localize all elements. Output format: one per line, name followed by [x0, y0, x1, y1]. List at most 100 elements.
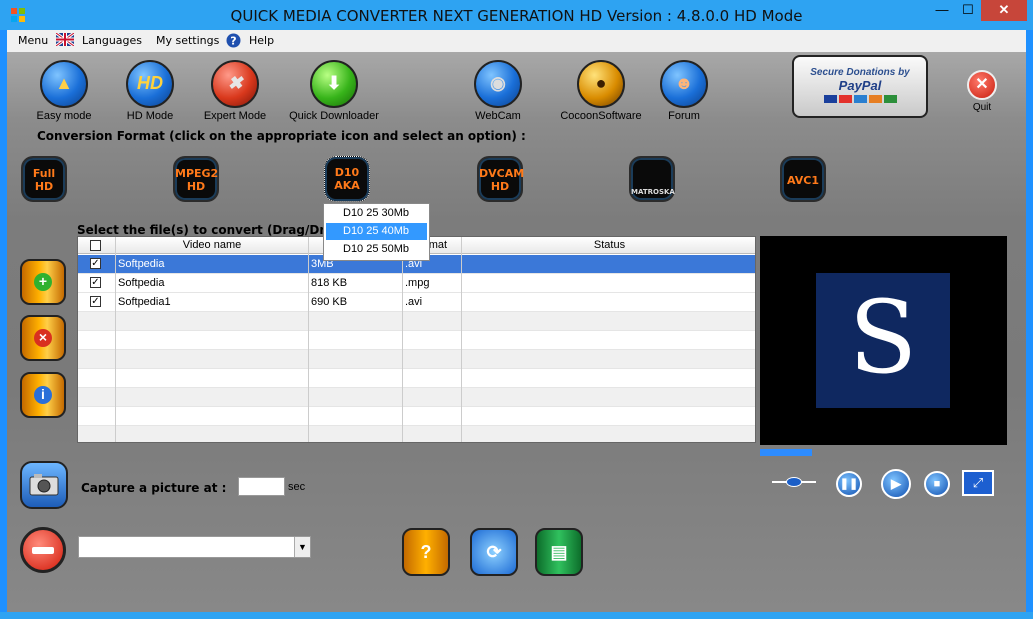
camera-icon — [29, 474, 59, 496]
format-mpeg2-hd-button[interactable]: MPEG2 HD — [173, 156, 219, 202]
film-strip-button[interactable]: ▤ — [535, 528, 583, 576]
table-row[interactable]: ✓ Softpedia1 690 KB .avi — [78, 293, 755, 312]
quit-button[interactable]: ✕ Quit — [962, 70, 1002, 113]
quit-label: Quit — [972, 102, 992, 113]
hd-mode-icon: HD — [126, 60, 174, 108]
quick-downloader-button[interactable]: ⬇ Quick Downloader — [289, 60, 379, 122]
video-preview: S — [760, 236, 1007, 445]
table-row[interactable]: ✓ Softpedia 818 KB .mpg — [78, 274, 755, 293]
row-checkbox[interactable]: ✓ — [90, 296, 101, 307]
format-d10-aka-button[interactable]: D10 AKA — [324, 156, 370, 202]
d10-option-50mb[interactable]: D10 25 50Mb — [326, 241, 427, 258]
format-d10-aka-label: D10 AKA — [334, 166, 360, 192]
cocoon-label: CocoonSoftware — [560, 110, 642, 122]
preview-logo: S — [816, 273, 950, 408]
select-all-checkbox[interactable] — [90, 240, 101, 251]
d10-option-40mb[interactable]: D10 25 40Mb — [326, 223, 427, 240]
d10-option-30mb[interactable]: D10 25 30Mb — [326, 205, 427, 222]
main-panel: ▲ Easy mode HD HD Mode ✖ Expert Mode ⬇ Q… — [7, 52, 1026, 612]
window-title: QUICK MEDIA CONVERTER NEXT GENERATION HD… — [230, 7, 803, 25]
easy-mode-label: Easy mode — [36, 110, 92, 122]
credit-cards-icon — [794, 95, 926, 103]
row-video-name: Softpedia — [118, 277, 165, 289]
uk-flag-icon[interactable] — [56, 33, 74, 46]
forum-users-icon: ☻ — [660, 60, 708, 108]
webcam-icon: ◉ — [474, 60, 522, 108]
webcam-label: WebCam — [475, 110, 521, 122]
quick-downloader-label: Quick Downloader — [289, 110, 379, 122]
column-video-name[interactable]: Video name — [116, 239, 308, 251]
select-files-label: Select the file(s) to convert (Drag/Drop… — [77, 223, 348, 237]
refresh-icon: ⟳ — [486, 542, 502, 562]
row-checkbox[interactable]: ✓ — [90, 258, 101, 269]
minimize-button[interactable]: — — [930, 0, 954, 21]
column-divider — [461, 237, 462, 442]
cocoon-software-button[interactable]: ● CocoonSoftware — [556, 60, 646, 122]
add-file-button[interactable]: + — [20, 259, 66, 305]
help-film-button[interactable]: ? — [402, 528, 450, 576]
hd-glyph: HD — [137, 73, 163, 93]
row-format: .mpg — [405, 277, 430, 289]
empty-row — [78, 312, 755, 331]
cancel-conversion-button[interactable] — [20, 527, 66, 573]
chevron-down-icon[interactable]: ▼ — [294, 537, 310, 557]
format-matroska-label: MATROSKA — [631, 188, 675, 196]
format-matroska-button[interactable]: MATROSKA — [629, 156, 675, 202]
file-list-table[interactable]: Video name ormat Status ✓ Softpedia 3MB … — [77, 236, 756, 443]
menu-item-help[interactable]: Help — [249, 34, 274, 47]
capture-seconds-input[interactable] — [238, 477, 285, 496]
row-video-name: Softpedia1 — [118, 296, 171, 308]
easy-mode-icon: ▲ — [40, 60, 88, 108]
format-dvcam-hd-button[interactable]: DVCAM HD — [477, 156, 524, 202]
question-icon: ? — [420, 542, 432, 562]
format-full-hd-button[interactable]: Full HD — [21, 156, 67, 202]
easy-mode-button[interactable]: ▲ Easy mode — [29, 60, 99, 122]
forum-label: Forum — [668, 110, 700, 122]
capture-picture-button[interactable] — [20, 461, 68, 509]
output-path-combobox[interactable]: ▼ — [78, 536, 311, 558]
column-divider — [308, 237, 309, 442]
row-video-name: Softpedia — [118, 258, 165, 270]
empty-row — [78, 331, 755, 350]
column-status[interactable]: Status — [462, 239, 755, 251]
remove-file-button[interactable]: × — [20, 315, 66, 361]
capture-label: Capture a picture at : — [81, 481, 227, 495]
play-button[interactable]: ▶ — [881, 469, 911, 499]
playback-progress-bar[interactable] — [760, 449, 812, 456]
row-checkbox[interactable]: ✓ — [90, 277, 101, 288]
cocoon-icon: ● — [577, 60, 625, 108]
hd-mode-label: HD Mode — [126, 110, 174, 122]
file-info-button[interactable]: i — [20, 372, 66, 418]
empty-row — [78, 388, 755, 407]
svg-text:?: ? — [230, 35, 236, 48]
quit-x-icon: ✕ — [967, 70, 997, 100]
menu-item-menu[interactable]: Menu — [18, 34, 48, 47]
forum-button[interactable]: ☻ Forum — [649, 60, 719, 122]
webcam-button[interactable]: ◉ WebCam — [463, 60, 533, 122]
stop-playback-button[interactable]: ■ — [924, 471, 950, 497]
paypal-donate-button[interactable]: Secure Donations by PayPal — [792, 55, 928, 118]
fullscreen-button[interactable]: ⤢ — [962, 470, 994, 496]
empty-row — [78, 350, 755, 369]
row-size: 690 KB — [311, 296, 348, 308]
expert-mode-button[interactable]: ✖ Expert Mode — [200, 60, 270, 122]
format-avc1-button[interactable]: AVC1 — [780, 156, 826, 202]
hd-mode-button[interactable]: HD HD Mode — [115, 60, 185, 122]
maximize-button[interactable]: ☐ — [956, 0, 980, 21]
download-arrow-icon: ⬇ — [310, 60, 358, 108]
slider-knob[interactable] — [786, 477, 802, 487]
d10-options-dropdown[interactable]: D10 25 30Mb D10 25 40Mb D10 25 50Mb — [323, 203, 430, 261]
pause-button[interactable]: ❚❚ — [836, 471, 862, 497]
empty-row — [78, 407, 755, 426]
volume-slider[interactable] — [772, 477, 816, 487]
menu-item-settings[interactable]: My settings — [156, 34, 219, 47]
conversion-format-title: Conversion Format (click on the appropri… — [37, 129, 526, 143]
menu-item-languages[interactable]: Languages — [82, 34, 142, 47]
help-icon[interactable]: ? — [226, 33, 241, 48]
format-mpeg2-hd-label: MPEG2 HD — [175, 167, 219, 193]
convert-refresh-button[interactable]: ⟳ — [470, 528, 518, 576]
close-window-button[interactable]: ✕ — [981, 0, 1027, 21]
stop-square-icon: ■ — [933, 478, 941, 490]
row-size: 818 KB — [311, 277, 348, 289]
fullscreen-icon: ⤢ — [972, 475, 984, 490]
